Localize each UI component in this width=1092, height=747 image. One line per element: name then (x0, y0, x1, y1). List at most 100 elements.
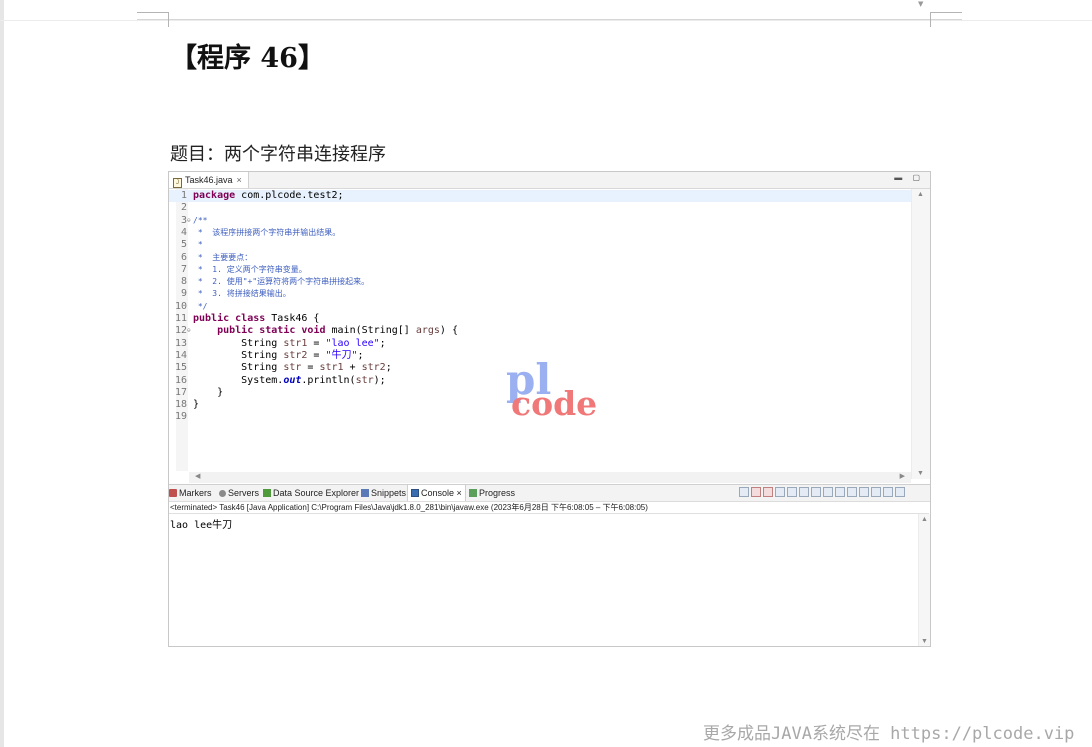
code-text: } (193, 399, 199, 410)
maximize-icon[interactable] (895, 487, 905, 497)
tab-servers[interactable]: Servers (219, 485, 259, 501)
tab-data-source-explorer[interactable]: Data Source Explorer (263, 485, 359, 501)
scroll-right-icon[interactable]: ▶ (900, 472, 905, 480)
scroll-down-icon[interactable]: ▼ (917, 470, 924, 477)
editor-vertical-scrollbar[interactable]: ▲ ▼ (911, 189, 930, 479)
scroll-up-icon[interactable]: ▲ (917, 191, 924, 198)
clear-console-icon[interactable] (775, 487, 785, 497)
code-line[interactable]: 1 package com.plcode.test2; (169, 190, 911, 203)
code-token: ; (379, 337, 386, 349)
page-break-line (0, 20, 1092, 21)
line-number: 10 (174, 300, 187, 312)
code-line[interactable]: 10 */ (169, 301, 911, 313)
code-token: str2 (361, 362, 386, 374)
code-line[interactable]: 6 * 主要要点： (169, 252, 911, 264)
code-line[interactable]: 3⊖/** (169, 215, 911, 227)
tab-servers-label: Servers (228, 488, 260, 498)
remove-launch-icon[interactable] (751, 487, 761, 497)
remove-all-icon[interactable] (763, 487, 773, 497)
minimize-icon[interactable] (883, 487, 893, 497)
code-token: args (415, 325, 440, 337)
console-process-header: <terminated> Task46 [Java Application] C… (169, 502, 929, 514)
code-token: ); (373, 374, 386, 386)
code-editor[interactable]: 1 package com.plcode.test2; 2 3⊖/** 4 * 该程序拼… (169, 189, 930, 483)
editor-tab-label: Task46.java (185, 175, 233, 185)
tab-markers[interactable]: Markers (169, 485, 212, 501)
console-output[interactable]: lao lee牛刀 (170, 516, 232, 531)
line-number: 16 (174, 374, 187, 386)
code-line[interactable]: 2 (169, 202, 911, 214)
code-token: str1 (319, 362, 344, 374)
code-token: /** (193, 215, 208, 225)
code-token: main(String[] (325, 325, 416, 337)
show-on-error-icon[interactable] (823, 487, 833, 497)
plcode-watermark-logo: pl code (506, 359, 606, 429)
code-token: + (343, 362, 362, 374)
servers-icon (219, 490, 226, 497)
code-token: * 3. 将拼接结果输出。 (193, 289, 291, 299)
terminate-icon[interactable] (739, 487, 749, 497)
view-menu-icon[interactable] (871, 487, 881, 497)
line-number: 2 (180, 202, 187, 214)
code-token: ; (385, 362, 392, 374)
code-token: .println( (301, 374, 356, 386)
code-token: * 主要要点： (193, 252, 253, 262)
code-text: * 该程序拼接两个字符串并输出结果。 (193, 227, 340, 238)
console-vertical-scrollbar[interactable]: ▲ ▼ (918, 514, 930, 646)
close-icon[interactable]: × (237, 175, 242, 185)
word-wrap-icon[interactable] (799, 487, 809, 497)
code-line[interactable]: 8 * 2. 使用"+"运算符将两个字符串拼接起来。 (169, 276, 911, 288)
code-line[interactable]: 5 * (169, 239, 911, 251)
line-number: 5 (180, 239, 187, 251)
line-number: 12 (174, 325, 187, 337)
console-icon (411, 489, 419, 497)
code-line[interactable]: 9 * 3. 将拼接结果输出。 (169, 288, 911, 300)
code-token: out (283, 374, 302, 386)
tab-data-source-explorer-label: Data Source Explorer (273, 488, 360, 498)
code-token: = (307, 337, 326, 349)
close-icon[interactable]: × (457, 488, 462, 498)
scroll-up-icon[interactable]: ▲ (921, 516, 928, 523)
tab-progress-label: Progress (479, 488, 516, 498)
code-text: */ (193, 301, 208, 312)
bottom-panel: Markers Servers Data Source Explorer Sni… (169, 484, 930, 646)
console-toolbar (739, 487, 907, 499)
code-line[interactable]: 12⊖ public static void main(String[] arg… (169, 325, 911, 337)
markers-icon (169, 489, 177, 497)
line-number: 13 (174, 337, 187, 349)
code-token: str (355, 374, 374, 386)
code-text: String str2 = "牛刀"; (193, 350, 363, 361)
code-line[interactable]: 4 * 该程序拼接两个字符串并输出结果。 (169, 227, 911, 239)
scroll-lock-icon[interactable] (787, 487, 797, 497)
editor-horizontal-scrollbar[interactable]: ◀ ▶ (189, 472, 911, 483)
code-token: String (193, 362, 284, 374)
snippets-icon (361, 489, 369, 497)
line-number: 3 (180, 214, 187, 226)
tab-console[interactable]: Console × (407, 485, 466, 501)
code-token: static (259, 325, 296, 337)
scroll-left-icon[interactable]: ◀ (195, 472, 200, 480)
console-process-label: <terminated> Task46 [Java Application] C… (170, 503, 648, 512)
open-console-icon[interactable] (859, 487, 869, 497)
scroll-down-icon[interactable]: ▼ (921, 638, 928, 645)
code-line[interactable]: 11 public class Task46 { (169, 313, 911, 325)
show-on-output-icon[interactable] (811, 487, 821, 497)
code-line[interactable]: 13 String str1 = "lao lee"; (169, 338, 911, 350)
pin-console-icon[interactable] (835, 487, 845, 497)
code-token: String (193, 337, 284, 349)
tab-task46-java[interactable]: J Task46.java × (169, 172, 249, 188)
code-text: public class Task46 { (193, 313, 319, 324)
tab-progress[interactable]: Progress (469, 485, 515, 501)
code-token: str (283, 362, 302, 374)
minimize-maximize-icon[interactable]: ▬ ▢ (894, 173, 924, 182)
code-line[interactable]: 7 * 1. 定义两个字符串变量。 (169, 264, 911, 276)
tab-snippets[interactable]: Snippets (361, 485, 406, 501)
scroll-down-arrow-icon[interactable]: ▼ (918, 0, 923, 8)
line-number: 17 (174, 386, 187, 398)
display-console-icon[interactable] (847, 487, 857, 497)
crop-mark-top-right-vertical (930, 12, 931, 27)
line-number: 18 (174, 399, 187, 411)
code-token: "lao lee" (325, 337, 380, 349)
crop-mark-top-left-vertical (168, 12, 169, 27)
